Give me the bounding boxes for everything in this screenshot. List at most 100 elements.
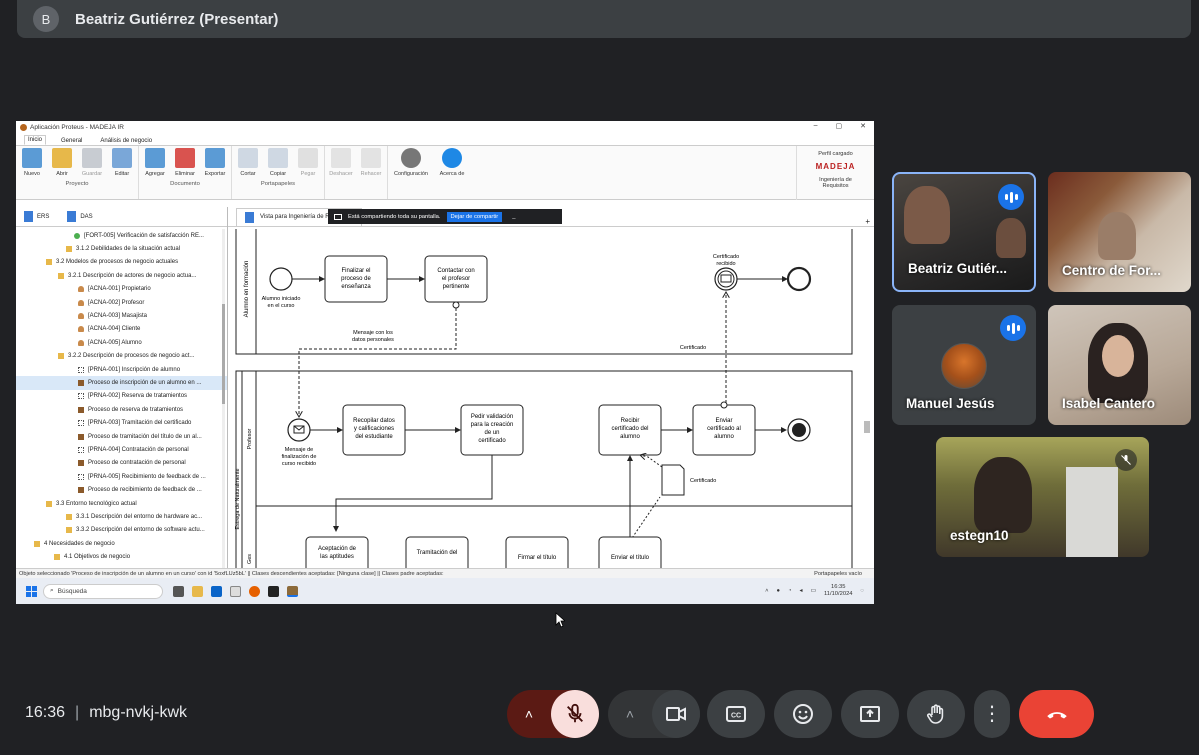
notifications-icon[interactable]: ◌ bbox=[861, 588, 864, 594]
group-label-proyecto: Proyecto bbox=[65, 181, 89, 187]
group-label-documento: Documento bbox=[170, 181, 200, 187]
file-explorer-icon[interactable] bbox=[192, 585, 203, 597]
stop-sharing-button[interactable]: Dejar de compartir bbox=[446, 211, 503, 222]
meeting-code[interactable]: mbg-nvkj-kwk bbox=[89, 704, 187, 722]
add-button[interactable]: Agregar bbox=[142, 148, 168, 177]
tree-item[interactable]: 3.2.2 Descripción de procesos de negocio… bbox=[16, 350, 227, 363]
open-button[interactable]: Abrir bbox=[49, 148, 75, 177]
firefox-icon[interactable] bbox=[249, 585, 260, 597]
tree-item[interactable]: 3.3 Entorno tecnológico actual bbox=[16, 497, 227, 510]
captions-button[interactable]: CC bbox=[707, 690, 765, 738]
tree-item[interactable]: [PRNA-005] Recibimiento de feedback de .… bbox=[16, 470, 227, 483]
tree-item[interactable]: 3.2 Modelos de procesos de negocio actua… bbox=[16, 256, 227, 269]
mic-tray-icon[interactable]: ● bbox=[777, 588, 781, 594]
status-text: Objeto seleccionado 'Proceso de inscripc… bbox=[19, 570, 444, 577]
undo-button[interactable]: Deshacer bbox=[328, 148, 354, 177]
tree-item[interactable]: [ACNA-004] Cliente bbox=[16, 323, 227, 336]
mic-options-button[interactable]: ˄ bbox=[507, 690, 551, 738]
close-icon[interactable]: ✕ bbox=[860, 122, 866, 130]
task-firmar[interactable] bbox=[505, 536, 569, 568]
add-tab-icon[interactable]: + bbox=[865, 217, 870, 226]
tree-item[interactable]: 3.3.1 Descripción del entorno de hardwar… bbox=[16, 510, 227, 523]
tab-ers[interactable]: ERS bbox=[24, 211, 49, 222]
participant-tile-isabel[interactable]: Isabel Cantero bbox=[1048, 305, 1191, 425]
tree-item[interactable]: [PRNA-001] Inscripción de alumno bbox=[16, 363, 227, 376]
task-aceptacion[interactable] bbox=[305, 536, 369, 568]
tree-item[interactable]: [ACNA-005] Alumno bbox=[16, 336, 227, 349]
export-button[interactable]: Exportar bbox=[202, 148, 228, 177]
tree-item[interactable]: 3.2.1 Descripción de actores de negocio … bbox=[16, 269, 227, 282]
tree-item[interactable]: Proceso de tramitación del título de un … bbox=[16, 430, 227, 443]
notepad-icon[interactable] bbox=[230, 585, 241, 597]
task-text: certificado del bbox=[611, 426, 648, 432]
tree-item[interactable]: Proceso de contratación de personal bbox=[16, 457, 227, 470]
delete-button[interactable]: Eliminar bbox=[172, 148, 198, 177]
wifi-icon[interactable]: ◔ bbox=[788, 588, 792, 594]
new-button[interactable]: Nuevo bbox=[19, 148, 45, 177]
participant-tile-estegn10[interactable]: estegn10 bbox=[936, 437, 1149, 557]
minimize-icon[interactable]: – bbox=[814, 122, 818, 130]
volume-icon[interactable]: ◂ bbox=[800, 588, 803, 594]
paste-button[interactable]: Pegar bbox=[295, 148, 321, 177]
task-enviar-titulo[interactable] bbox=[598, 536, 662, 568]
tree-item-label: Proceso de reserva de tratamientos bbox=[88, 406, 184, 413]
tree-item[interactable]: [ACNA-003] Masajista bbox=[16, 309, 227, 322]
ribbon-tab-general[interactable]: General bbox=[58, 137, 85, 145]
ribbon-tab-inicio[interactable]: Inicio bbox=[24, 135, 47, 145]
mic-toggle-button[interactable] bbox=[551, 690, 599, 738]
tree-item[interactable]: 4 Necesidades de negocio bbox=[16, 537, 227, 550]
outlook-icon[interactable] bbox=[211, 585, 222, 597]
participant-tile-manuel[interactable]: Manuel Jesús bbox=[892, 305, 1036, 425]
hide-share-bar-button[interactable]: _ bbox=[512, 214, 515, 220]
present-screen-button[interactable] bbox=[841, 690, 899, 738]
tree-item[interactable]: [PRNA-003] Tramitación del certificado bbox=[16, 416, 227, 429]
bpmn-diagram[interactable]: Alumno en formación Alumno iniciado en e… bbox=[228, 229, 874, 568]
lane-label-profesor: Profesor bbox=[247, 428, 253, 449]
proteus-app-icon[interactable] bbox=[287, 585, 298, 597]
taskbar-search[interactable]: ⌕ Búsqueda bbox=[43, 583, 163, 599]
task-view-icon[interactable] bbox=[173, 585, 184, 597]
tree-item[interactable]: [ACNA-001] Propietario bbox=[16, 283, 227, 296]
chevron-up-icon[interactable]: ˄ bbox=[765, 588, 768, 594]
tree-item[interactable]: Proceso de reserva de tratamientos bbox=[16, 403, 227, 416]
tree-item[interactable]: [FORT-005] Verificación de satisfacción … bbox=[16, 229, 227, 242]
green-icon bbox=[74, 232, 80, 239]
tree-item[interactable]: Proceso de recibimiento de feedback de .… bbox=[16, 483, 227, 496]
end-event[interactable] bbox=[786, 266, 812, 292]
taskbar-clock[interactable]: 16:35 11/10/2024 bbox=[824, 584, 853, 598]
tree-item[interactable]: Proceso de inscripción de un alumno en .… bbox=[16, 376, 227, 390]
edit-button[interactable]: Editar bbox=[109, 148, 135, 177]
camera-toggle-button[interactable] bbox=[652, 690, 700, 738]
participant-tile-centro[interactable]: Centro de For... bbox=[1048, 172, 1191, 292]
tree-item[interactable]: 3.3.2 Descripción del entorno de softwar… bbox=[16, 524, 227, 537]
ribbon-group-history: Deshacer Rehacer bbox=[325, 146, 388, 199]
tab-das[interactable]: DAS bbox=[67, 211, 93, 222]
participant-tile-beatriz[interactable]: Beatriz Gutiér... bbox=[892, 172, 1036, 292]
settings-button[interactable]: Configuración bbox=[391, 148, 431, 177]
tree-item[interactable]: 4.1 Objetivos de negocio bbox=[16, 550, 227, 563]
redo-button[interactable]: Rehacer bbox=[358, 148, 384, 177]
about-button[interactable]: Acerca de bbox=[435, 148, 469, 177]
leave-call-button[interactable] bbox=[1019, 690, 1094, 738]
tree-item[interactable]: [ACNA-002] Profesor bbox=[16, 296, 227, 309]
tree-item[interactable]: [PRNA-004] Contratación de personal bbox=[16, 443, 227, 456]
data-object-certificado[interactable] bbox=[661, 464, 685, 496]
reactions-button[interactable] bbox=[774, 690, 832, 738]
maximize-icon[interactable]: ▢ bbox=[836, 122, 843, 130]
tree-scrollbar[interactable] bbox=[222, 229, 225, 568]
tree-item[interactable]: 3.1.2 Debilidades de la situación actual bbox=[16, 242, 227, 255]
cut-button[interactable]: Cortar bbox=[235, 148, 261, 177]
copy-button[interactable]: Copiar bbox=[265, 148, 291, 177]
more-options-button[interactable]: ⋮ bbox=[974, 690, 1010, 738]
emoji-icon bbox=[793, 704, 813, 724]
battery-icon[interactable]: ▭ bbox=[810, 588, 815, 594]
ribbon-tab-analisis[interactable]: Análisis de negocio bbox=[97, 137, 155, 145]
folder-icon bbox=[66, 246, 72, 253]
terminal-icon[interactable] bbox=[268, 585, 279, 597]
windows-start-icon[interactable] bbox=[26, 585, 37, 597]
tree-item[interactable]: [PRNA-002] Reserva de tratamientos bbox=[16, 390, 227, 403]
raise-hand-button[interactable] bbox=[907, 690, 965, 738]
start-event[interactable] bbox=[269, 267, 293, 291]
save-button[interactable]: Guardar bbox=[79, 148, 105, 177]
camera-options-button[interactable]: ˄ bbox=[608, 690, 652, 738]
